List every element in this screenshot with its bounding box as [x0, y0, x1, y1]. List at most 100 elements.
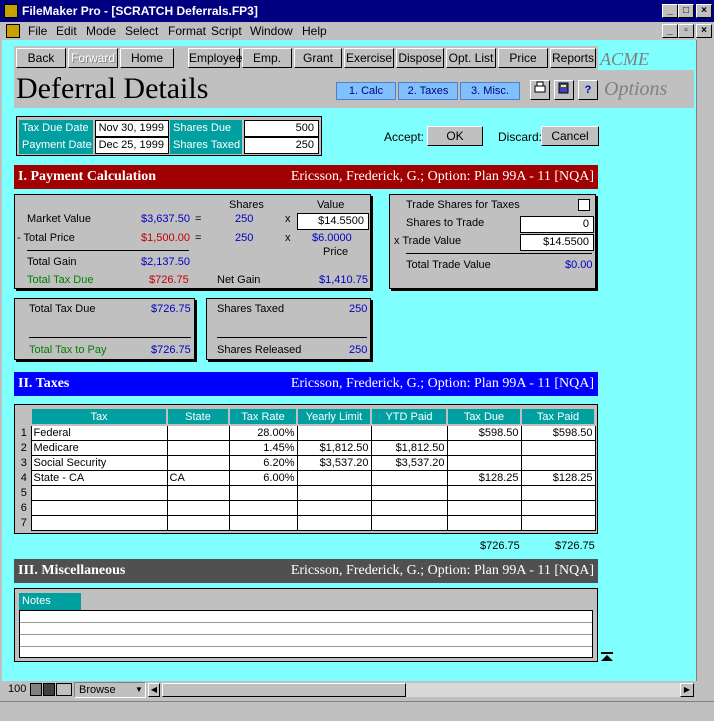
grant-button[interactable]: Grant — [294, 48, 342, 68]
yearly-limit-cell[interactable] — [296, 514, 372, 531]
menu-select[interactable]: Select — [125, 24, 158, 38]
tax-name-cell[interactable] — [30, 514, 168, 531]
notes-field[interactable] — [19, 610, 593, 658]
trade-shares-checkbox[interactable] — [578, 199, 590, 211]
yearly-limit-cell[interactable] — [296, 469, 372, 486]
tax-due-cell[interactable]: $128.25 — [446, 469, 522, 486]
menu-script[interactable]: Script — [211, 24, 242, 38]
close-button[interactable]: × — [696, 4, 712, 18]
state-cell[interactable]: CA — [166, 469, 230, 486]
tax-name-cell[interactable]: Medicare — [30, 439, 168, 456]
home-button[interactable]: Home — [120, 48, 174, 68]
yearly-limit-cell[interactable] — [296, 424, 372, 441]
tax-due-cell[interactable]: $598.50 — [446, 424, 522, 441]
tax-name-cell[interactable] — [30, 499, 168, 516]
tax-rate-cell[interactable]: 28.00% — [228, 424, 298, 441]
yearly-limit-cell[interactable]: $3,537.20 — [296, 454, 372, 471]
dispose-button[interactable]: Dispose — [396, 48, 444, 68]
tax-rate-cell[interactable] — [228, 484, 298, 501]
zoom-in-icon[interactable] — [43, 683, 55, 696]
shares-taxed-field[interactable]: 250 — [244, 137, 319, 154]
tax-rate-cell[interactable] — [228, 499, 298, 516]
back-button[interactable]: Back — [16, 48, 66, 68]
shares-to-trade-field[interactable]: 0 — [520, 216, 594, 233]
status-area-icon[interactable] — [56, 683, 72, 696]
state-cell[interactable] — [166, 439, 230, 456]
tax-paid-cell[interactable] — [520, 514, 596, 531]
scroll-right-button[interactable]: ▶ — [680, 683, 694, 697]
doc-close-button[interactable]: × — [696, 24, 712, 38]
state-cell[interactable] — [166, 514, 230, 531]
tax-name-cell[interactable]: Federal — [30, 424, 168, 441]
menu-edit[interactable]: Edit — [56, 24, 77, 38]
ytd-paid-cell[interactable]: $1,812.50 — [370, 439, 448, 456]
tax-name-cell[interactable]: State - CA — [30, 469, 168, 486]
menu-help[interactable]: Help — [302, 24, 327, 38]
tax-paid-cell[interactable] — [520, 439, 596, 456]
yearly-limit-cell[interactable] — [296, 484, 372, 501]
exercise-button[interactable]: Exercise — [344, 48, 394, 68]
tab-misc[interactable]: 3. Misc. — [460, 82, 520, 100]
ytd-paid-cell[interactable]: $3,537.20 — [370, 454, 448, 471]
state-cell[interactable] — [166, 424, 230, 441]
tab-calc[interactable]: 1. Calc — [336, 82, 396, 100]
menu-window[interactable]: Window — [250, 24, 293, 38]
ytd-paid-cell[interactable] — [370, 484, 448, 501]
menu-mode[interactable]: Mode — [86, 24, 116, 38]
tax-name-cell[interactable]: Social Security — [30, 454, 168, 471]
ytd-paid-cell[interactable] — [370, 469, 448, 486]
price-button[interactable]: Price — [498, 48, 548, 68]
yearly-limit-cell[interactable] — [296, 499, 372, 516]
vertical-scrollbar[interactable] — [696, 40, 712, 681]
tab-taxes[interactable]: 2. Taxes — [398, 82, 458, 100]
mode-select[interactable]: Browse ▼ — [74, 682, 146, 698]
book-icon[interactable] — [554, 80, 574, 100]
ok-button[interactable]: OK — [427, 126, 483, 146]
doc-minimize-button[interactable]: _ — [662, 24, 678, 38]
tax-due-cell[interactable] — [446, 454, 522, 471]
tax-due-cell[interactable] — [446, 439, 522, 456]
tax-paid-cell[interactable]: $128.25 — [520, 469, 596, 486]
ytd-paid-cell[interactable] — [370, 424, 448, 441]
scroll-end-icon[interactable] — [601, 652, 613, 662]
yearly-limit-cell[interactable]: $1,812.50 — [296, 439, 372, 456]
tax-due-cell[interactable] — [446, 499, 522, 516]
maximize-button[interactable]: □ — [678, 4, 694, 18]
cancel-button[interactable]: Cancel — [541, 126, 599, 146]
state-cell[interactable] — [166, 499, 230, 516]
payment-date-field[interactable]: Dec 25, 1999 — [95, 137, 169, 154]
ytd-paid-cell[interactable] — [370, 499, 448, 516]
tax-due-cell[interactable] — [446, 484, 522, 501]
minimize-button[interactable]: _ — [662, 4, 678, 18]
tax-paid-cell[interactable] — [520, 499, 596, 516]
tax-rate-cell[interactable]: 1.45% — [228, 439, 298, 456]
zoom-level[interactable]: 100 — [8, 683, 26, 695]
menu-format[interactable]: Format — [168, 24, 206, 38]
tax-rate-cell[interactable] — [228, 514, 298, 531]
market-value-price-field[interactable]: $14.5500 — [297, 213, 369, 230]
opt-list-button[interactable]: Opt. List — [446, 48, 496, 68]
horizontal-scroll-thumb[interactable] — [162, 683, 406, 697]
doc-restore-button[interactable]: ▫ — [678, 24, 694, 38]
print-icon[interactable] — [530, 80, 550, 100]
scroll-left-button[interactable]: ◀ — [148, 683, 160, 697]
tax-paid-cell[interactable] — [520, 454, 596, 471]
tax-rate-cell[interactable]: 6.20% — [228, 454, 298, 471]
ytd-paid-cell[interactable] — [370, 514, 448, 531]
menu-file[interactable]: File — [28, 24, 47, 38]
state-cell[interactable] — [166, 484, 230, 501]
tax-due-cell[interactable] — [446, 514, 522, 531]
tax-paid-cell[interactable] — [520, 484, 596, 501]
forward-button[interactable]: Forward — [68, 48, 118, 68]
state-cell[interactable] — [166, 454, 230, 471]
employee-button[interactable]: Employee — [188, 48, 242, 68]
help-icon[interactable]: ? — [578, 80, 598, 100]
tax-due-date-field[interactable]: Nov 30, 1999 — [95, 120, 169, 137]
zoom-out-icon[interactable] — [30, 683, 42, 696]
tax-rate-cell[interactable]: 6.00% — [228, 469, 298, 486]
emp-list-button[interactable]: Emp. List — [242, 48, 292, 83]
tax-paid-cell[interactable]: $598.50 — [520, 424, 596, 441]
reports-button[interactable]: Reports — [550, 48, 596, 68]
tax-name-cell[interactable] — [30, 484, 168, 501]
trade-value-field[interactable]: $14.5500 — [520, 234, 594, 251]
